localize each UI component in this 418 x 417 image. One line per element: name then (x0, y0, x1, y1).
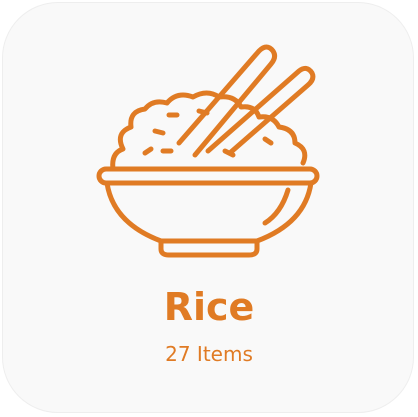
category-title: Rice (163, 285, 255, 329)
rice-category-card[interactable]: Rice 27 Items (2, 2, 414, 413)
rice-bowl-icon (3, 3, 415, 273)
item-count: 27 Items (165, 342, 253, 366)
